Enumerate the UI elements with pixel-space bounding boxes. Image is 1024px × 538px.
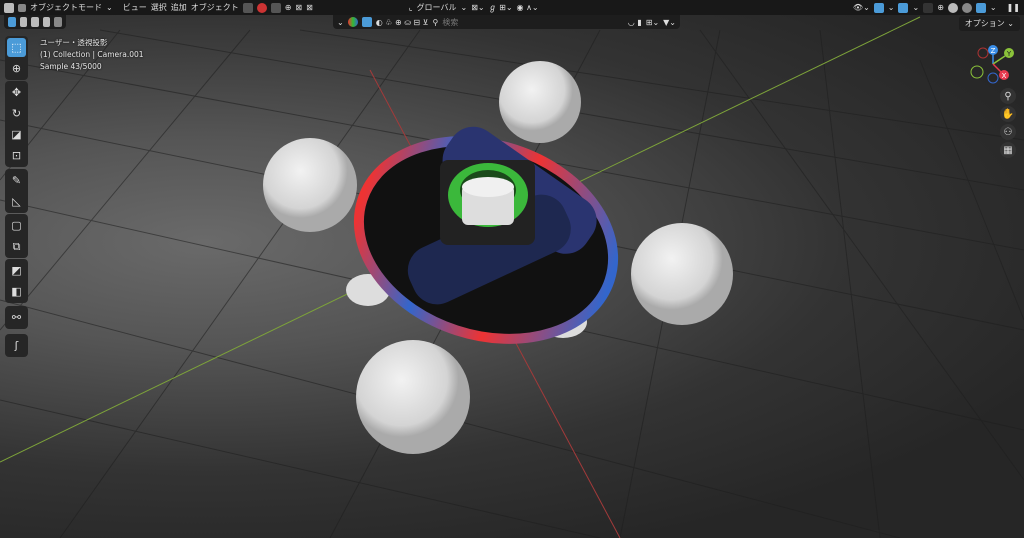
select-intersect-icon[interactable] <box>54 17 62 27</box>
color-icon[interactable] <box>347 17 358 27</box>
scale-tool[interactable]: ◪ <box>7 125 26 144</box>
visibility-icon[interactable]: 👁⌄ <box>853 3 870 12</box>
menu-view[interactable]: ビュー <box>123 2 147 13</box>
3d-viewport[interactable] <box>0 0 1024 538</box>
knife-tool[interactable]: ⚯ <box>7 308 26 327</box>
solid-shading-icon[interactable] <box>947 2 958 13</box>
cursor-tool[interactable]: ⊕ <box>7 59 26 78</box>
axis-x-label: X <box>1002 72 1007 80</box>
shade-tool[interactable]: ◩ <box>7 261 26 280</box>
viewport-header: オブジェクトモード ⌄ ビュー 選択 追加 オブジェクト ⊕ ⊠ ⊠ ⌞ グローバ… <box>0 0 1024 15</box>
toolbar-annotate: ✎ ◺ <box>5 169 28 213</box>
snap-icon[interactable]: ℊ ⊞⌄ <box>489 2 513 13</box>
frame-icon[interactable] <box>270 2 281 13</box>
view-layer-icon[interactable] <box>242 2 253 13</box>
scene-render <box>0 16 1024 538</box>
object-icon[interactable] <box>361 17 372 27</box>
sphere <box>356 340 470 454</box>
toolbar: ⬚ ⊕ <box>5 36 28 80</box>
menu-add[interactable]: 追加 <box>171 2 187 13</box>
pan-hand-icon[interactable]: ✋ <box>1000 106 1016 122</box>
mode-dropdown[interactable]: オブジェクトモード <box>30 2 102 13</box>
toolbar-transform: ✥ ↻ ◪ ⊡ <box>5 81 28 167</box>
camera-view-icon[interactable]: ⚇ <box>1000 124 1016 140</box>
pause-icon[interactable]: ❚❚ <box>1007 3 1020 12</box>
render-sample: Sample 43/5000 <box>40 62 102 71</box>
select-extend-icon[interactable] <box>19 17 28 27</box>
zoom-icon[interactable]: ⚲ <box>1000 88 1016 104</box>
select-subtract-icon[interactable] <box>31 17 39 27</box>
rendered-shading-icon[interactable] <box>975 2 986 13</box>
material-shading-icon[interactable] <box>961 2 972 13</box>
collection-info: (1) Collection | Camera.001 <box>40 50 144 59</box>
search-input[interactable]: 検索 <box>442 17 458 28</box>
loop-cut-tool[interactable]: ◧ <box>7 282 26 301</box>
bookmark-icon[interactable]: ◡ ▮ <box>628 18 642 27</box>
annotate-tool[interactable]: ✎ <box>7 171 26 190</box>
axis-y-label: Y <box>1006 50 1012 58</box>
sphere <box>263 138 357 232</box>
orientation-dropdown[interactable]: グローバル <box>417 2 457 13</box>
axis-z-label: Z <box>991 47 996 55</box>
overlay-icon[interactable]: ⊠ <box>306 3 313 12</box>
select-new-icon[interactable] <box>8 17 16 27</box>
proportional-edit-icon[interactable]: ◉ ∧⌄ <box>517 3 539 12</box>
select-box-tool[interactable]: ⬚ <box>7 38 26 57</box>
rotate-tool[interactable]: ↻ <box>7 104 26 123</box>
toolbar-edit: ◩ ◧ <box>5 259 28 303</box>
menu-object[interactable]: オブジェクト <box>191 2 239 13</box>
wireframe-shading-icon[interactable]: ⊕ <box>937 3 944 12</box>
xray-icon[interactable] <box>923 2 934 13</box>
editor-type-icon[interactable] <box>4 2 14 13</box>
toolbar-add: ▢ ⧉ <box>5 214 28 258</box>
sphere <box>499 61 581 143</box>
perspective-toggle-icon[interactable]: ▦ <box>1000 142 1016 158</box>
pivot-icon[interactable]: ⊠⌄ <box>471 3 484 12</box>
navigation-gizmo[interactable]: Z Y X <box>965 40 1021 85</box>
hierarchy-icon[interactable]: ⊞⌄ <box>646 18 659 27</box>
search-icon: ⚲ <box>432 17 439 27</box>
transform-orientation-icon: ⌞ <box>408 3 413 12</box>
options-dropdown[interactable]: オプション ⌄ <box>958 16 1020 31</box>
toolbar-spin: ʃ <box>5 334 28 357</box>
transform-tool[interactable]: ⊡ <box>7 146 26 165</box>
gizmos-icon[interactable] <box>873 2 884 13</box>
spin-tool[interactable]: ʃ <box>7 336 26 355</box>
select-mode-bar <box>4 15 66 29</box>
filter-icon[interactable]: ▼⌄ <box>663 18 676 27</box>
viewport-info: ユーザー・透視投影 (1) Collection | Camera.001 Sa… <box>40 37 144 73</box>
add-cube-tool[interactable]: ▢ <box>7 216 26 235</box>
move-tool[interactable]: ✥ <box>7 83 26 102</box>
object-mode-icon <box>18 3 26 12</box>
material-icon[interactable] <box>256 2 267 13</box>
sphere <box>631 223 733 325</box>
toolbar-knife: ⚯ <box>5 306 28 329</box>
globe-icon[interactable]: ⊕ <box>285 3 292 12</box>
measure-tool[interactable]: ◺ <box>7 192 26 211</box>
select-invert-icon[interactable] <box>42 17 51 27</box>
outliner-filter-bar: ⌄ ◐ ♧ ⊕ ⛀ ⊟ ⊻ ⚲ 検索 ◡ ▮ ⊞⌄ ▼⌄ <box>333 15 680 29</box>
filter-icons[interactable]: ◐ ♧ ⊕ ⛀ ⊟ ⊻ <box>376 18 429 27</box>
gizmo-toggle-icon[interactable]: ⊠ <box>295 3 302 12</box>
view-name: ユーザー・透視投影 <box>40 38 108 47</box>
menu-select[interactable]: 選択 <box>151 2 167 13</box>
overlays-icon[interactable] <box>898 2 909 13</box>
extrude-tool[interactable]: ⧉ <box>7 237 26 256</box>
